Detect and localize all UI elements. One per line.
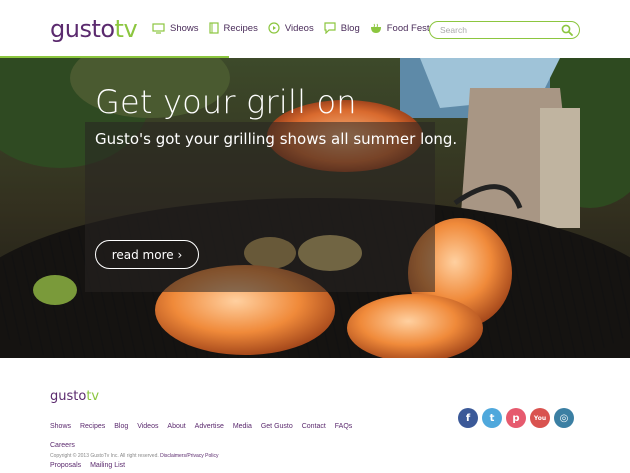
- read-more-button[interactable]: read more ›: [95, 240, 199, 269]
- privacy-policy-link[interactable]: Disclaimers/Privacy Policy: [160, 453, 218, 459]
- footer-link-get-gusto[interactable]: Get Gusto: [261, 417, 293, 436]
- copyright-notice: Copyright © 2013 GustoTv Inc. All right …: [50, 453, 218, 459]
- footer-link-faqs[interactable]: FAQs: [335, 417, 353, 436]
- search-icon[interactable]: [561, 24, 573, 36]
- instagram-icon[interactable]: ◎: [554, 408, 574, 428]
- nav-videos-label: Videos: [284, 22, 314, 34]
- search-box: [429, 21, 580, 39]
- nav-food-fests[interactable]: Food Fests: [370, 22, 435, 34]
- search-input[interactable]: [440, 24, 560, 36]
- facebook-icon[interactable]: f: [458, 408, 478, 428]
- site-header: gustotv Shows Recipes Videos Blog Food F…: [0, 0, 630, 59]
- footer-logo[interactable]: gustotv: [50, 389, 99, 404]
- footer-link-advertise[interactable]: Advertise: [195, 417, 224, 436]
- footer-links: Shows Recipes Blog Videos About Advertis…: [50, 417, 390, 473]
- footer-link-about[interactable]: About: [167, 417, 185, 436]
- logo-text: gusto: [50, 15, 115, 43]
- footer-link-blog[interactable]: Blog: [114, 417, 128, 436]
- nav-blog[interactable]: Blog: [324, 22, 360, 34]
- main-nav: Shows Recipes Videos Blog Food Fests: [152, 22, 444, 34]
- footer-link-contact[interactable]: Contact: [302, 417, 326, 436]
- speech-bubble-icon: [324, 22, 336, 34]
- page: gustotv Shows Recipes Videos Blog Food F…: [0, 0, 630, 473]
- play-icon: [268, 22, 280, 34]
- footer-links-row-1: Shows Recipes Blog Videos About Advertis…: [50, 417, 390, 455]
- footer-link-videos[interactable]: Videos: [137, 417, 158, 436]
- footer-link-recipes[interactable]: Recipes: [80, 417, 105, 436]
- twitter-icon[interactable]: t: [482, 408, 502, 428]
- bowl-icon: [370, 23, 381, 33]
- nav-food-fests-label: Food Fests: [386, 22, 435, 34]
- social-links: f t p You ◎: [458, 408, 578, 428]
- tv-icon: [152, 22, 165, 34]
- hero-title: Get your grill on: [95, 83, 357, 121]
- nav-recipes[interactable]: Recipes: [208, 22, 258, 34]
- copyright-text: Copyright © 2013 GustoTv Inc. All right …: [50, 453, 159, 459]
- nav-blog-label: Blog: [340, 22, 360, 34]
- recipe-book-icon: [208, 22, 219, 34]
- nav-shows[interactable]: Shows: [152, 23, 199, 34]
- footer-link-shows[interactable]: Shows: [50, 417, 71, 436]
- nav-videos[interactable]: Videos: [268, 22, 314, 34]
- youtube-icon[interactable]: You: [530, 408, 550, 428]
- pinterest-icon[interactable]: p: [506, 408, 526, 428]
- gustotv-logo[interactable]: gustotv: [50, 14, 138, 44]
- footer-logo-accent: tv: [86, 389, 100, 404]
- footer-logo-text: gusto: [50, 389, 87, 404]
- nav-shows-label: Shows: [170, 22, 199, 34]
- nav-recipes-label: Recipes: [223, 22, 258, 34]
- footer-link-media[interactable]: Media: [233, 417, 252, 436]
- hero-subtitle: Gusto's got your grilling shows all summ…: [95, 130, 458, 148]
- logo-accent-text: tv: [114, 15, 138, 43]
